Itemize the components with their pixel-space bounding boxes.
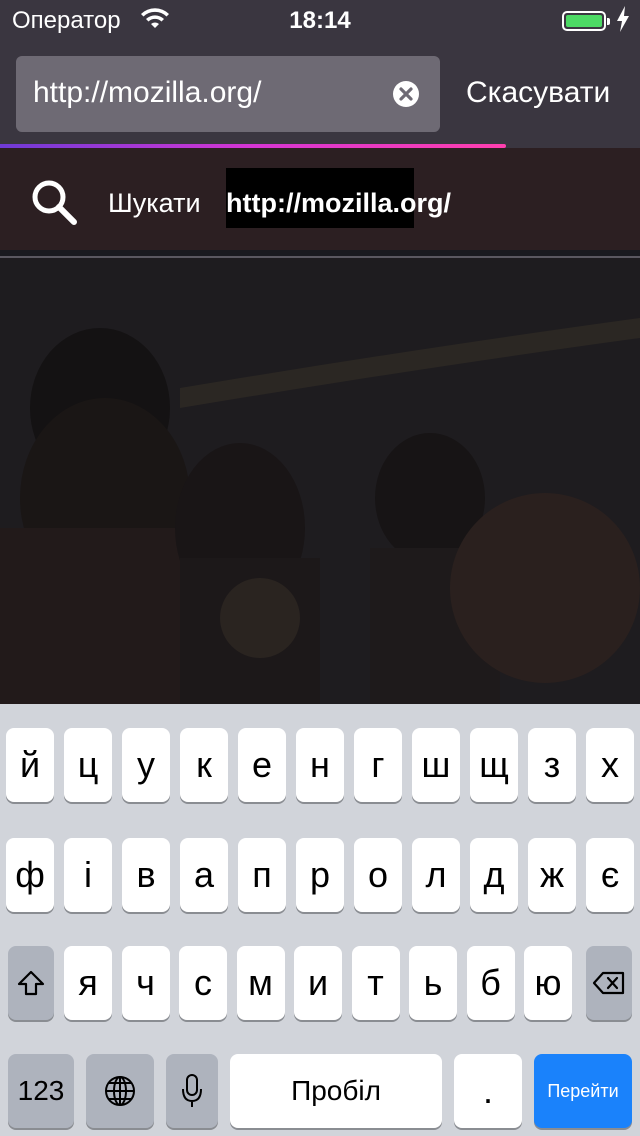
key-label: к xyxy=(196,744,212,785)
background-photo xyxy=(0,258,640,704)
key[interactable]: д xyxy=(470,838,518,912)
period-key-label: . xyxy=(482,1070,493,1111)
key-label: ш xyxy=(421,744,451,785)
key-label: а xyxy=(193,854,215,895)
key[interactable]: н xyxy=(296,728,344,802)
key[interactable]: ц xyxy=(64,728,112,802)
keyboard: йцукенгшщзх фі вапролджє ячсмитьбю 123 Пр… xyxy=(0,704,640,1136)
key-label: ч xyxy=(136,962,155,1003)
key[interactable]: е xyxy=(238,728,286,802)
space-key[interactable]: Пробіл xyxy=(230,1054,442,1128)
key[interactable]: у xyxy=(122,728,170,802)
cancel-button[interactable]: Скасувати xyxy=(466,76,610,110)
key[interactable]: й xyxy=(6,728,54,802)
key-label: о xyxy=(367,854,389,895)
key-label: е xyxy=(251,744,273,785)
numbers-key[interactable]: 123 xyxy=(8,1054,74,1128)
search-suggestion[interactable]: Шукати http://mozilla.org/ xyxy=(0,148,640,250)
key[interactable]: и xyxy=(294,946,342,1020)
key-label: г xyxy=(371,744,385,785)
url-input[interactable]: http://mozilla.org/ xyxy=(16,56,440,132)
key[interactable]: х xyxy=(586,728,634,802)
key[interactable]: я xyxy=(64,946,112,1020)
key-label: ф xyxy=(15,854,45,895)
go-key-label: Перейти xyxy=(547,1080,619,1101)
key[interactable]: а xyxy=(180,838,228,912)
language-key[interactable] xyxy=(86,1054,154,1128)
key-label: с xyxy=(194,962,212,1003)
key-label: м xyxy=(248,962,273,1003)
key-label: з xyxy=(543,744,561,785)
key-label: є xyxy=(600,854,620,895)
key-label: ю xyxy=(534,962,562,1003)
key-label: х xyxy=(601,744,619,785)
key[interactable]: і xyxy=(64,838,112,912)
key-label: и xyxy=(307,962,329,1003)
battery-tip xyxy=(607,18,610,25)
dictation-key[interactable] xyxy=(166,1054,218,1128)
key[interactable]: о xyxy=(354,838,402,912)
key-label: й xyxy=(19,744,41,785)
url-text: http://mozilla.org/ xyxy=(33,76,262,109)
key[interactable]: к xyxy=(180,728,228,802)
shift-key[interactable] xyxy=(8,946,54,1020)
key-label: ж xyxy=(539,854,565,895)
space-key-label: Пробіл xyxy=(291,1075,381,1106)
globe-icon xyxy=(105,1076,135,1106)
battery-level xyxy=(566,15,602,27)
key[interactable]: с xyxy=(179,946,227,1020)
key-label: ц xyxy=(77,744,99,785)
status-bar: Оператор 18:14 xyxy=(0,0,640,40)
suggestion-prefix: Шукати xyxy=(108,188,201,218)
key[interactable]: ю xyxy=(524,946,572,1020)
key[interactable]: в xyxy=(122,838,170,912)
go-key[interactable]: Перейти xyxy=(534,1054,632,1128)
clear-icon[interactable] xyxy=(392,80,420,108)
clock: 18:14 xyxy=(289,7,351,34)
suggestion-query: http://mozilla.org/ xyxy=(226,188,451,218)
key[interactable]: ж xyxy=(528,838,576,912)
key-label: д xyxy=(483,854,505,895)
key-label: ь xyxy=(423,962,443,1003)
key[interactable]: ь xyxy=(409,946,457,1020)
search-icon xyxy=(32,180,77,225)
microphone-icon xyxy=(182,1074,202,1107)
key-label: у xyxy=(137,744,155,785)
top-bar: Оператор 18:14 http://mozilla.org/ Скасу… xyxy=(0,0,640,148)
key[interactable]: ф xyxy=(6,838,54,912)
key[interactable]: п xyxy=(238,838,286,912)
battery-icon xyxy=(562,11,610,31)
key[interactable]: т xyxy=(351,946,400,1020)
key[interactable]: щ xyxy=(470,728,518,802)
backspace-key[interactable] xyxy=(586,946,632,1020)
key-label: і xyxy=(84,854,92,895)
key[interactable]: ч xyxy=(121,946,170,1020)
numbers-key-label: 123 xyxy=(17,1075,65,1106)
backspace-icon xyxy=(592,971,625,995)
key-label: в xyxy=(136,854,156,895)
key[interactable]: г xyxy=(354,728,402,802)
key-label: п xyxy=(252,854,272,895)
key-label: н xyxy=(310,744,330,785)
key-label: б xyxy=(480,962,501,1003)
key-label: р xyxy=(309,854,331,895)
key-label: я xyxy=(78,962,98,1003)
key-label: щ xyxy=(479,744,509,785)
shift-icon xyxy=(17,970,45,996)
key-label: л xyxy=(425,854,447,895)
charging-icon xyxy=(617,6,629,32)
key[interactable]: з xyxy=(528,728,576,802)
key-label: т xyxy=(367,962,384,1003)
key[interactable]: л xyxy=(412,838,460,912)
key[interactable]: м xyxy=(236,946,285,1020)
key[interactable]: б xyxy=(466,946,515,1020)
period-key[interactable]: . xyxy=(454,1054,522,1128)
background-image xyxy=(0,258,640,704)
key[interactable]: є xyxy=(586,838,634,912)
key[interactable]: р xyxy=(296,838,344,912)
key[interactable]: ш xyxy=(412,728,460,802)
